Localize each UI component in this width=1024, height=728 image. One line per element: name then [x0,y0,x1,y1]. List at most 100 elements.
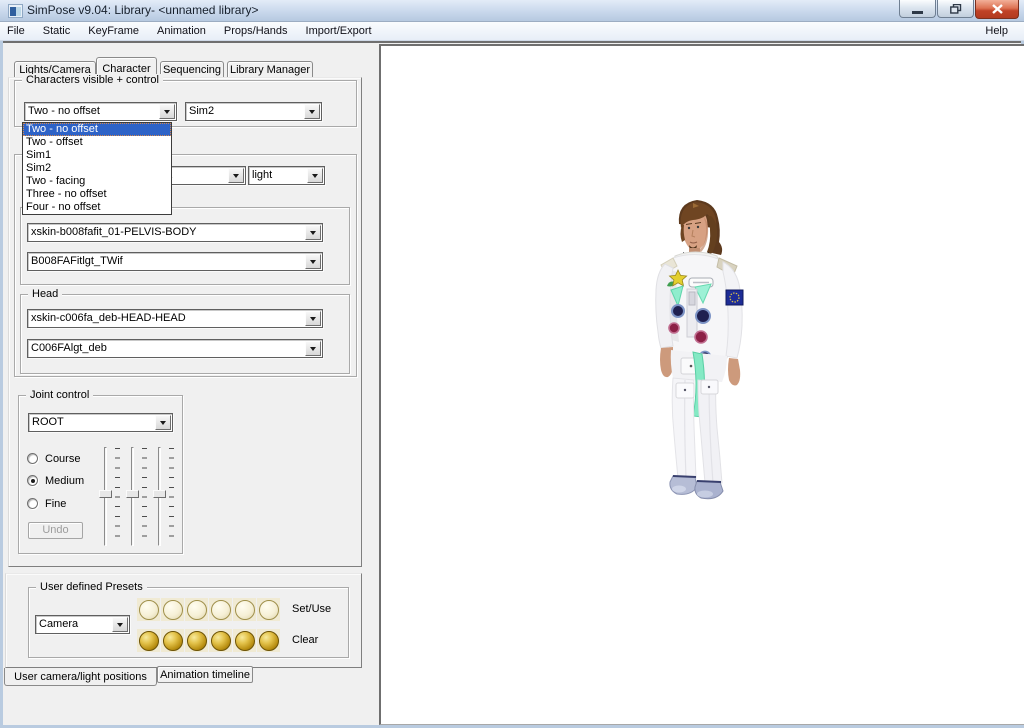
radio-medium[interactable] [27,475,38,486]
dropdown-arrow-icon[interactable] [304,104,320,119]
preset-set-button[interactable] [161,598,184,621]
preset-empty-icon [187,600,207,620]
set-use-label: Set/Use [292,603,331,615]
radio-course[interactable] [27,453,38,464]
preset-filled-icon [163,631,183,651]
dropdown-arrow-icon[interactable] [228,168,244,183]
preset-clear-row [137,629,281,652]
app-icon[interactable] [8,4,23,18]
preset-target-combobox[interactable]: Camera [35,615,130,634]
slider-thumb[interactable] [99,490,112,498]
dropdown-arrow-icon[interactable] [159,104,175,119]
preset-clear-button[interactable] [233,629,256,652]
dropdown-option[interactable]: Four - no offset [23,201,171,214]
title-bar[interactable]: SimPose v9.04: Library- <unnamed library… [0,0,1024,22]
joint-slider-x[interactable] [99,445,121,548]
minimize-button[interactable] [899,0,936,18]
dropdown-arrow-icon[interactable] [305,341,321,356]
preset-clear-button[interactable] [161,629,184,652]
clear-label: Clear [292,634,318,646]
dropdown-option[interactable]: Two - facing [23,175,171,188]
characters-visible-group-label: Characters visible + control [22,74,163,86]
head-mesh-combobox[interactable]: xskin-c006fa_deb-HEAD-HEAD [27,309,323,328]
menu-item-file[interactable]: File [0,23,34,39]
joint-control-group-label: Joint control [26,389,93,401]
close-button[interactable] [975,0,1019,19]
viewport-3d[interactable] [379,44,1024,725]
head-group-label: Head [28,288,62,300]
joint-combobox[interactable]: ROOT [28,413,173,432]
preset-clear-button[interactable] [137,629,160,652]
radio-fine[interactable] [27,498,38,509]
undo-button[interactable]: Undo [28,522,83,539]
body-texture-combobox[interactable]: B008FAFitlgt_TWif [27,252,323,271]
dropdown-option[interactable]: Sim2 [23,162,171,175]
skin-tone-combobox[interactable]: light [248,166,325,185]
control-panel: Lights/Camera Character Sequencing Libra… [3,45,376,727]
astronaut-character [623,190,793,520]
slider-ticks [115,448,120,545]
slider-thumb[interactable] [126,490,139,498]
menu-item-animation[interactable]: Animation [148,23,215,39]
dropdown-arrow-icon[interactable] [155,415,171,430]
user-presets-group-label: User defined Presets [36,581,147,593]
preset-empty-icon [139,600,159,620]
menu-item-props-hands[interactable]: Props/Hands [215,23,297,39]
preset-set-button[interactable] [209,598,232,621]
tab-sequencing[interactable]: Sequencing [160,61,224,78]
radio-fine-label: Fine [45,498,66,510]
dropdown-arrow-icon[interactable] [305,254,321,269]
dropdown-option[interactable]: Sim1 [23,149,171,162]
character-mode-combobox[interactable]: Two - no offset [24,102,177,121]
head-texture-combobox[interactable]: C006FAlgt_deb [27,339,323,358]
menu-item-keyframe[interactable]: KeyFrame [79,23,148,39]
preset-empty-icon [259,600,279,620]
preset-set-button[interactable] [137,598,160,621]
preset-empty-icon [235,600,255,620]
menu-bar: File Static KeyFrame Animation Props/Han… [0,22,1024,41]
body-mesh-combobox[interactable]: xskin-b008fafit_01-PELVIS-BODY [27,223,323,242]
dropdown-arrow-icon[interactable] [307,168,323,183]
dropdown-arrow-icon[interactable] [112,617,128,632]
dropdown-option[interactable]: Two - offset [23,136,171,149]
menu-item-static[interactable]: Static [34,23,80,39]
preset-set-button[interactable] [257,598,280,621]
preset-clear-button[interactable] [209,629,232,652]
radio-selected-dot [31,479,35,483]
menu-item-import-export[interactable]: Import/Export [297,23,381,39]
dropdown-arrow-icon[interactable] [305,311,321,326]
tab-user-camera-light-positions[interactable]: User camera/light positions [4,668,157,686]
joint-slider-z[interactable] [153,445,175,548]
slider-ticks [169,448,174,545]
close-icon [992,4,1003,14]
dropdown-option-selected[interactable]: Two - no offset [23,123,171,136]
active-sim-combobox[interactable]: Sim2 [185,102,322,121]
preset-clear-button[interactable] [185,629,208,652]
preset-set-button[interactable] [185,598,208,621]
restore-icon [950,4,962,14]
slider-ticks [142,448,147,545]
character-mode-dropdown-list: Two - no offset Two - offset Sim1 Sim2 T… [22,122,172,215]
preset-filled-icon [235,631,255,651]
dropdown-arrow-icon[interactable] [305,225,321,240]
tab-animation-timeline[interactable]: Animation timeline [157,666,253,683]
client-area: Lights/Camera Character Sequencing Libra… [3,41,1021,725]
preset-empty-icon [163,600,183,620]
dropdown-option[interactable]: Three - no offset [23,188,171,201]
radio-course-label: Course [45,453,80,465]
tab-library-manager[interactable]: Library Manager [227,61,313,78]
preset-set-button[interactable] [233,598,256,621]
preset-filled-icon [211,631,231,651]
app-window: SimPose v9.04: Library- <unnamed library… [0,0,1024,728]
menu-item-help[interactable]: Help [979,24,1014,38]
joint-slider-y[interactable] [126,445,148,548]
preset-filled-icon [187,631,207,651]
preset-set-row [137,598,281,621]
maximize-button[interactable] [937,0,974,18]
head-group: Head [20,294,350,374]
preset-filled-icon [139,631,159,651]
body-mesh-group [20,207,350,285]
minimize-icon [912,11,923,14]
slider-thumb[interactable] [153,490,166,498]
preset-clear-button[interactable] [257,629,280,652]
